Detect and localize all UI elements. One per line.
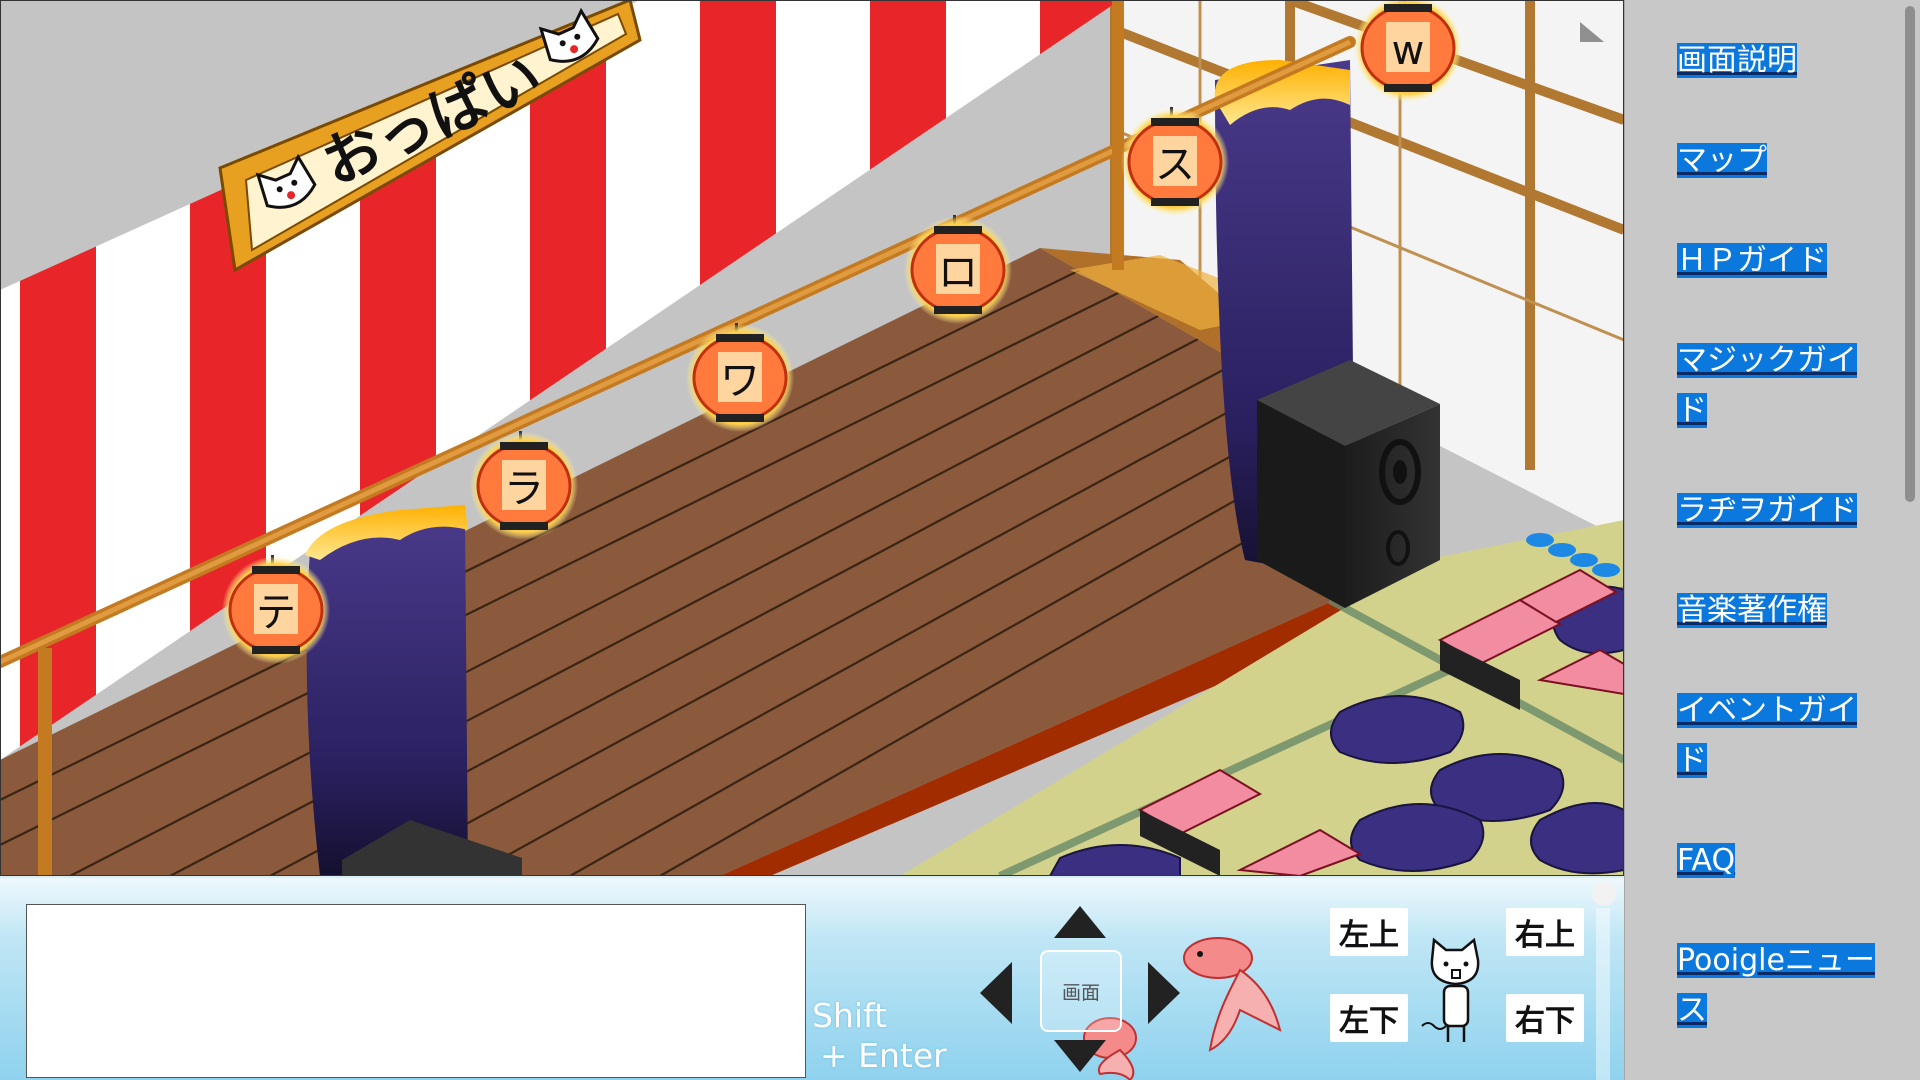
shift-hint-line1: Shift (812, 996, 888, 1035)
sidebar-link-faq[interactable]: FAQ (1677, 836, 1877, 886)
game-scene[interactable]: おっぱい テ ラ ワ ロ ス w (0, 0, 1624, 876)
help-sidebar: 画面説明 マップ ＨＰガイド マジックガイド ラヂヲガイド 音楽著作権 イベント… (1624, 0, 1920, 1080)
lantern-label: ロ (938, 250, 978, 296)
move-down-arrow-icon[interactable] (1050, 1038, 1110, 1074)
control-panel: Shift + Enter 画面 左上 右上 左下 右下 (0, 876, 1624, 1080)
lantern-label: ワ (720, 358, 760, 404)
scrollbar-thumb[interactable] (1905, 6, 1915, 502)
sidebar-link-pooigle-news[interactable]: Pooigleニュース (1677, 936, 1877, 1036)
shift-enter-hint: Shift + Enter (812, 996, 962, 1076)
cat-character-icon (1421, 937, 1480, 1042)
sidebar-link-map[interactable]: マップ (1677, 136, 1877, 186)
move-right-arrow-icon[interactable] (1146, 960, 1182, 1026)
sidebar-link-hp-guide[interactable]: ＨＰガイド (1677, 236, 1877, 286)
move-left-arrow-icon[interactable] (978, 960, 1014, 1026)
up-right-button[interactable]: 右上 (1506, 908, 1584, 956)
up-left-button[interactable]: 左上 (1330, 908, 1408, 956)
sidebar-scrollbar[interactable] (1902, 0, 1918, 1080)
move-up-arrow-icon[interactable] (1050, 904, 1110, 940)
sidebar-link-radio-guide[interactable]: ラヂヲガイド (1677, 486, 1877, 536)
sidebar-link-magic-guide[interactable]: マジックガイド (1677, 336, 1877, 436)
screen-toggle-button[interactable]: 画面 (1040, 950, 1122, 1032)
chat-input[interactable] (26, 904, 806, 1078)
shift-hint-line2: + Enter (820, 1036, 947, 1075)
lantern-label: w (1392, 28, 1425, 74)
lantern-label: ス (1155, 142, 1195, 188)
sidebar-link-screen-guide[interactable]: 画面説明 (1677, 36, 1877, 86)
down-left-button[interactable]: 左下 (1330, 994, 1408, 1042)
sidebar-link-event-guide[interactable]: イベントガイド (1677, 686, 1877, 786)
down-right-button[interactable]: 右下 (1506, 994, 1584, 1042)
sidebar-link-music-copyright[interactable]: 音楽著作権 (1677, 586, 1877, 636)
lantern-label: ラ (504, 466, 544, 512)
lantern-label: テ (256, 590, 296, 636)
panel-scroll-knob[interactable] (1592, 882, 1616, 906)
panel-scroll-track[interactable] (1596, 908, 1610, 1080)
